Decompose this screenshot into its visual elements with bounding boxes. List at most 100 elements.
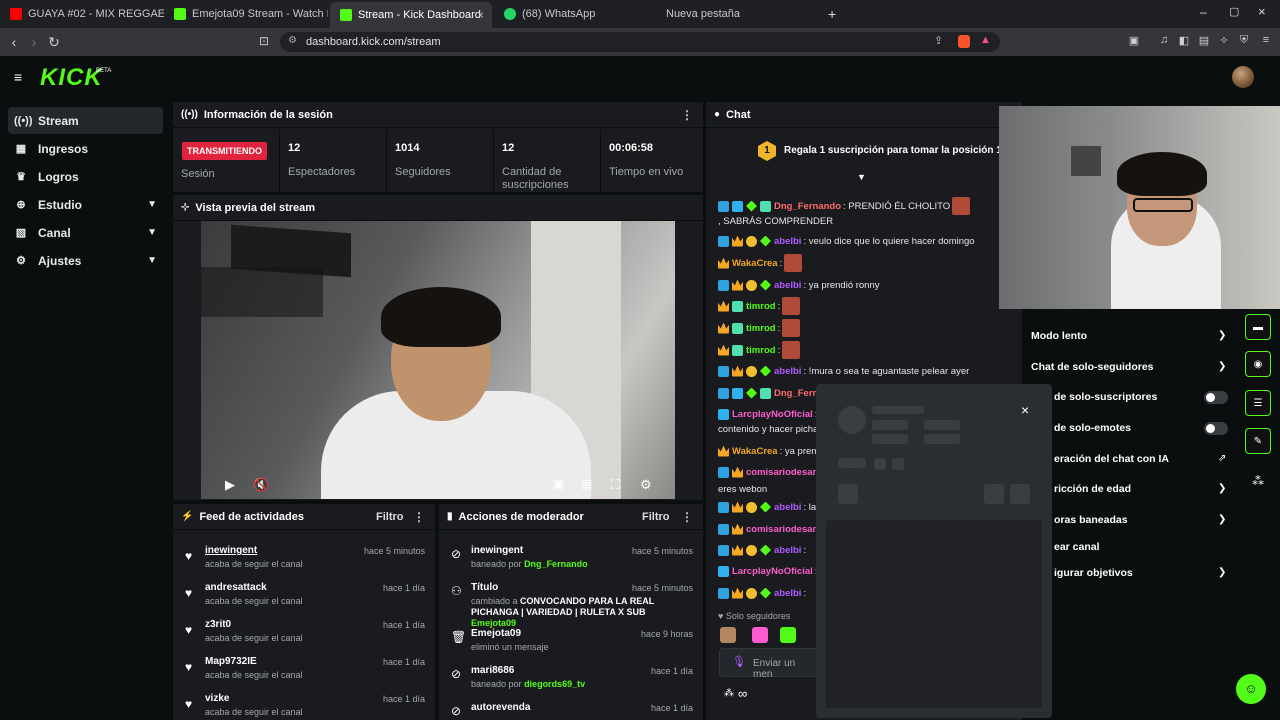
setting-emotes-only[interactable]: de solo-emotes (1054, 422, 1131, 434)
chat-username[interactable]: LarcplayNoOficial (732, 409, 813, 420)
chat-message[interactable]: abelbi: (718, 541, 806, 559)
feed-user-link[interactable]: z3rit0 (205, 619, 231, 630)
feed-user-link[interactable]: inewingent (205, 545, 257, 556)
stream-video-player[interactable]: ▶ 🔇 ▣ ▤ ⛶ ⚙ (201, 221, 675, 499)
chat-username[interactable]: abelbi (774, 366, 801, 377)
rail-tools-button[interactable]: ✎ (1245, 428, 1271, 454)
url-field[interactable]: ⚙ dashboard.kick.com/stream ⇪ ▲ (280, 32, 1000, 52)
support-chat-icon[interactable]: ☺ (1236, 674, 1266, 704)
chat-username[interactable]: abelbi (774, 236, 801, 247)
setting-age-restriction[interactable]: ricción de edad (1054, 483, 1131, 495)
screenshot-icon[interactable]: ▣ (1126, 34, 1142, 47)
sidebar-item-logros[interactable]: ♛ Logros (8, 163, 163, 190)
more-options-icon[interactable]: ⋮ (681, 108, 693, 122)
menu-icon[interactable]: ≡ (1258, 34, 1274, 46)
play-icon[interactable]: ▶ (225, 477, 235, 493)
more-options-icon[interactable]: ⋮ (681, 510, 693, 524)
new-tab-icon[interactable]: + (828, 6, 836, 22)
close-tab-icon[interactable]: × (477, 8, 484, 22)
chat-username[interactable]: WakaCrea (732, 258, 778, 269)
browser-tab-kick-dashboard[interactable]: Stream - Kick Dashboard × (330, 2, 492, 28)
browser-tab-kick-watch[interactable]: Emejota09 Stream - Watch Live on Ki (164, 0, 328, 28)
rail-broadcast-button[interactable]: ◉ (1245, 351, 1271, 377)
subscribers-only-toggle[interactable] (1204, 391, 1228, 404)
emotes-only-toggle[interactable] (1204, 422, 1228, 435)
theater-icon[interactable]: ▤ (581, 477, 592, 491)
feed-user-link[interactable]: vizke (205, 693, 229, 704)
microphone-icon[interactable]: 🎙 (732, 655, 746, 668)
close-icon[interactable]: × (1021, 402, 1029, 418)
emote-icon[interactable] (780, 627, 796, 643)
sidebar-item-estudio[interactable]: ⊕ Estudio ▼ (8, 191, 163, 218)
kick-logo[interactable]: KICK (40, 64, 103, 92)
chat-message[interactable]: comisariodesan (718, 463, 820, 481)
pip-icon[interactable]: ▣ (553, 477, 564, 491)
more-options-icon[interactable]: ⋮ (413, 510, 425, 524)
chat-username[interactable]: timrod (746, 345, 776, 356)
chat-input[interactable]: 🎙 Enviar un men (719, 648, 817, 680)
setting-configure-goals[interactable]: igurar objetivos (1054, 567, 1133, 579)
chat-message[interactable]: timrod: (718, 297, 801, 315)
feed-filter-button[interactable]: Filtro (376, 511, 404, 523)
chat-message[interactable]: LarcplayNoOficial: ! (718, 562, 823, 580)
setting-subscribers-only[interactable]: de solo-suscriptores (1054, 391, 1157, 403)
chat-message[interactable]: WakaCrea: (718, 254, 803, 272)
chat-username[interactable]: abelbi (774, 588, 801, 599)
extensions-icon[interactable]: ⁂ (724, 688, 734, 699)
close-window-icon[interactable]: × (1258, 4, 1266, 19)
maximize-icon[interactable]: ▢ (1229, 5, 1239, 18)
setting-banned-words[interactable]: oras baneadas (1054, 514, 1128, 526)
share-icon[interactable]: ⇪ (934, 34, 943, 47)
avatar[interactable] (1232, 66, 1254, 88)
emote-icon[interactable] (752, 627, 768, 643)
bookmark-icon[interactable]: ⊡ (256, 34, 272, 48)
feed-user-link[interactable]: andresattack (205, 582, 267, 593)
pinned-gift-banner[interactable]: 1 Regala 1 suscripción para tomar la pos… (706, 128, 1022, 182)
setting-slow-mode[interactable]: Modo lento (1031, 330, 1087, 342)
sidebar-item-stream[interactable]: ((•)) Stream (8, 107, 163, 134)
chat-username[interactable]: Dng_Fernando (774, 201, 841, 212)
infinity-icon[interactable]: ∞ (738, 686, 747, 701)
minimize-icon[interactable]: – (1200, 5, 1207, 19)
browser-tab-youtube[interactable]: GUAYA #02 - MIX REGGAETON C (0, 0, 164, 28)
mod-filter-button[interactable]: Filtro (642, 511, 670, 523)
mute-icon[interactable]: 🔇 (253, 477, 269, 493)
chat-message[interactable]: abelbi: veulo dice que lo quiere hacer d… (718, 232, 975, 250)
settings-gear-icon[interactable]: ⚙ (640, 477, 652, 493)
rail-mod-button[interactable]: ☰ (1245, 390, 1271, 416)
chat-username[interactable]: abelbi (774, 502, 801, 513)
setting-ai-moderation[interactable]: eración del chat con IA (1054, 453, 1169, 465)
chat-message[interactable]: abelbi: la (718, 498, 816, 516)
chat-username[interactable]: LarcplayNoOficial (732, 566, 813, 577)
sidebar-item-canal[interactable]: ▧ Canal ▼ (8, 219, 163, 246)
fullscreen-icon[interactable]: ⛶ (611, 477, 620, 493)
brave-shield-icon[interactable] (958, 35, 970, 48)
setting-clear-channel[interactable]: ear canal (1054, 541, 1100, 553)
sidebar-item-ingresos[interactable]: ▦ Ingresos (8, 135, 163, 162)
chat-username[interactable]: abelbi (774, 545, 801, 556)
setting-followers-only[interactable]: Chat de solo-seguidores (1031, 361, 1154, 373)
chat-message[interactable]: Dng_Ferr (718, 384, 818, 402)
chat-username[interactable]: abelbi (774, 280, 801, 291)
sidebar-item-ajustes[interactable]: ⚙ Ajustes ▼ (8, 247, 163, 274)
chat-message[interactable]: timrod: (718, 341, 801, 359)
reload-icon[interactable]: ↻ (46, 34, 62, 51)
chat-username[interactable]: WakaCrea (732, 446, 778, 457)
sidebar-toggle-icon[interactable]: ◧ (1176, 34, 1192, 47)
music-icon[interactable]: ♫ (1156, 34, 1172, 46)
browser-tab-whatsapp[interactable]: (68) WhatsApp (494, 0, 656, 28)
rail-chat-button[interactable]: ▬ (1245, 314, 1271, 340)
collapse-icon[interactable]: ▼ (857, 172, 866, 182)
brave-rewards-icon[interactable]: ▲ (980, 34, 991, 46)
emote-icon[interactable] (720, 627, 736, 643)
leo-icon[interactable]: ✧ (1216, 34, 1232, 47)
chat-username[interactable]: timrod (746, 323, 776, 334)
chat-message[interactable]: abelbi: ya prendió ronny (718, 276, 880, 294)
chat-message[interactable]: comisariodesan (718, 520, 820, 538)
forward-icon[interactable]: › (26, 34, 42, 50)
chat-message[interactable]: timrod: (718, 319, 801, 337)
chat-username[interactable]: comisariodesan (746, 524, 818, 535)
chat-message[interactable]: abelbi: !mura o sea te aguantaste pelear… (718, 362, 969, 380)
site-info-icon[interactable]: ⚙ (288, 35, 297, 46)
chat-message[interactable]: abelbi: (718, 584, 806, 602)
